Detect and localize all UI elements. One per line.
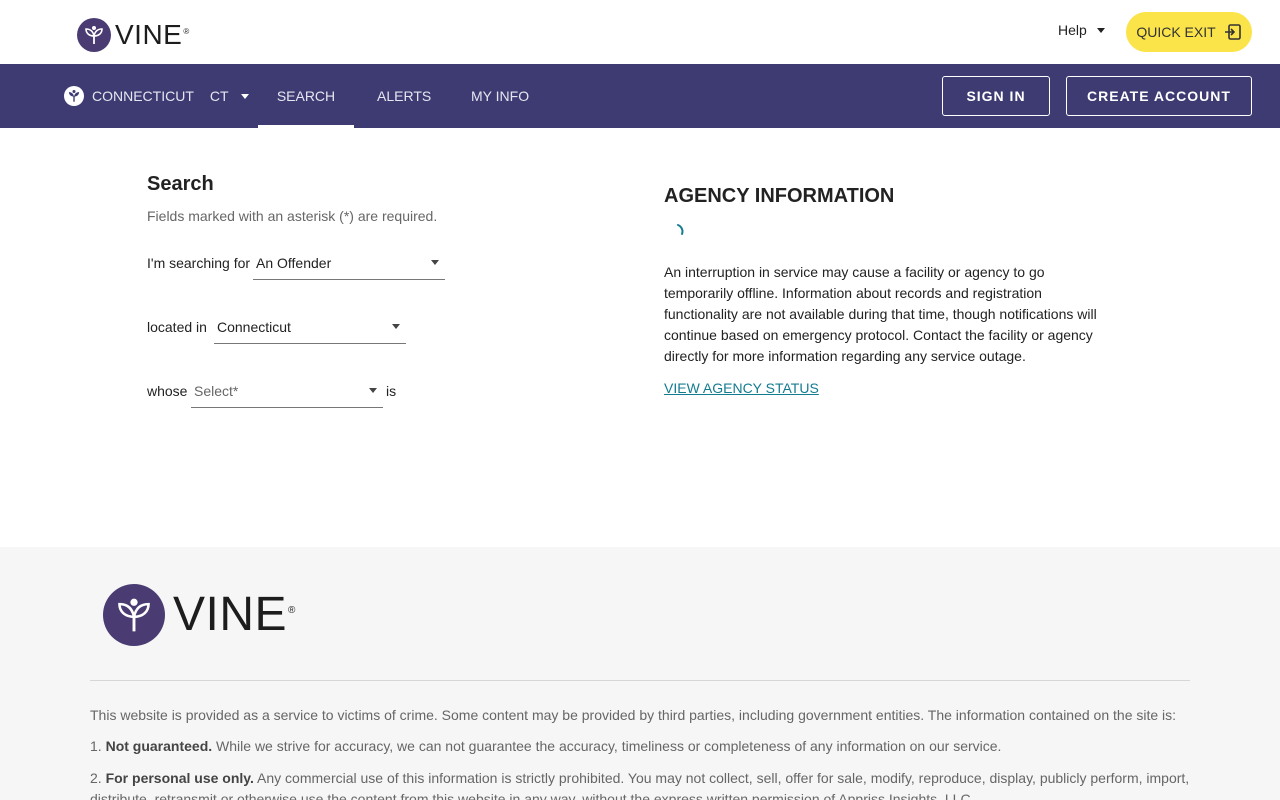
view-agency-status-link[interactable]: VIEW AGENCY STATUS bbox=[664, 380, 819, 396]
tab-search[interactable]: SEARCH bbox=[258, 64, 354, 128]
agency-info-title: AGENCY INFORMATION bbox=[664, 185, 895, 207]
caret-down-icon bbox=[240, 93, 249, 99]
located-in-label: located in bbox=[147, 319, 207, 335]
is-label: is bbox=[386, 383, 397, 399]
searching-for-select[interactable]: An Offender bbox=[253, 246, 445, 280]
state-name: CONNECTICUT bbox=[92, 88, 194, 104]
footer-divider bbox=[90, 680, 1190, 681]
caret-down-icon bbox=[431, 260, 439, 265]
located-in-value: Connecticut bbox=[217, 318, 291, 335]
vine-sprout-icon bbox=[77, 18, 111, 52]
required-fields-note: Fields marked with an asterisk (*) are r… bbox=[147, 208, 438, 224]
quick-exit-button[interactable]: QUICK EXIT bbox=[1126, 12, 1252, 52]
whose-label: whose bbox=[147, 383, 188, 399]
vine-sprout-icon bbox=[103, 584, 165, 646]
search-title: Search bbox=[147, 173, 214, 195]
footer-intro: This website is provided as a service to… bbox=[90, 707, 1177, 723]
footer-vine-logo[interactable]: VINE® bbox=[103, 584, 296, 646]
help-label: Help bbox=[1058, 22, 1087, 38]
searching-for-value: An Offender bbox=[256, 254, 332, 271]
whose-select[interactable]: Select* bbox=[191, 374, 383, 408]
tab-alerts[interactable]: ALERTS bbox=[377, 64, 431, 128]
caret-down-icon bbox=[1096, 27, 1105, 33]
located-in-select[interactable]: Connecticut bbox=[214, 310, 406, 344]
searching-for-label: I'm searching for bbox=[147, 255, 251, 271]
state-abbr: CT bbox=[209, 88, 229, 104]
agency-info-text: An interruption in service may cause a f… bbox=[664, 264, 1097, 364]
footer-logo-wordmark: VINE® bbox=[173, 588, 296, 641]
logo-wordmark: VINE® bbox=[115, 19, 190, 50]
state-selector[interactable]: CONNECTICUT CT bbox=[64, 86, 249, 106]
sign-in-button[interactable]: SIGN IN bbox=[942, 76, 1050, 116]
tab-my-info[interactable]: MY INFO bbox=[471, 64, 529, 128]
footer-item-2: 2. For personal use only. Any commercial… bbox=[90, 770, 1190, 800]
help-menu[interactable]: Help bbox=[1058, 22, 1105, 38]
vine-logo[interactable]: VINE® bbox=[77, 18, 190, 52]
top-bar: VINE® Help QUICK EXIT bbox=[0, 0, 1280, 64]
vine-sprout-icon bbox=[64, 86, 84, 106]
create-account-button[interactable]: CREATE ACCOUNT bbox=[1066, 76, 1252, 116]
whose-placeholder: Select* bbox=[194, 382, 239, 399]
caret-down-icon bbox=[392, 324, 400, 329]
footer: VINE® This website is provided as a serv… bbox=[0, 547, 1280, 800]
caret-down-icon bbox=[369, 388, 377, 393]
main-nav: CONNECTICUT CT SEARCH ALERTS MY INFO SIG… bbox=[0, 64, 1280, 128]
footer-item-1: 1. Not guaranteed. While we strive for a… bbox=[90, 738, 1002, 754]
spinner-icon bbox=[677, 224, 684, 235]
quick-exit-label: QUICK EXIT bbox=[1136, 24, 1216, 40]
exit-door-icon bbox=[1224, 24, 1241, 40]
